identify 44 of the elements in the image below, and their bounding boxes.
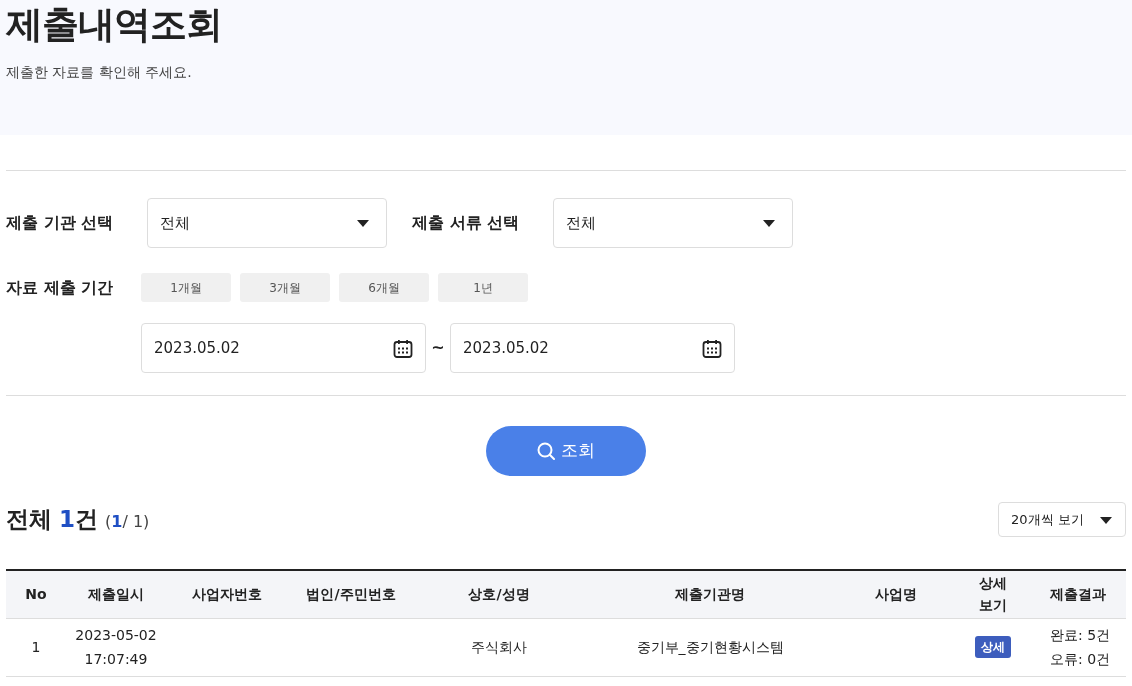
- date-field[interactable]: 2023.05.02: [141, 323, 426, 373]
- total-label: 전체: [6, 505, 52, 535]
- caret-icon: [762, 218, 776, 228]
- calendar-icon: [702, 338, 722, 358]
- column-header: 사업자번호: [192, 585, 262, 602]
- column-header: 법인/주민번호: [306, 585, 396, 602]
- period-button[interactable]: 3개월: [240, 273, 330, 302]
- row-number: 1: [31, 638, 41, 657]
- column-header: 상세 보기: [978, 574, 1008, 616]
- period-button[interactable]: 6개월: [339, 273, 429, 302]
- result-text: 완료: 5건: [1049, 626, 1112, 645]
- page-total: / 1): [122, 511, 150, 534]
- result-text: 오류: 0건: [1049, 650, 1112, 669]
- field-label: 제출 기관 선택: [6, 212, 115, 234]
- company-name: 주식회사: [471, 638, 527, 657]
- calendar-icon: [393, 338, 413, 358]
- submitted-datetime: 2023-05-02 17:07:49: [74, 626, 158, 669]
- detail-button[interactable]: 상세: [975, 636, 1011, 658]
- date-field[interactable]: 2023.05.02: [450, 323, 735, 373]
- column-header: No: [25, 585, 47, 602]
- document-select[interactable]: 전체: [553, 198, 793, 248]
- page-paren: (: [105, 511, 112, 534]
- column-header: 사업명: [875, 585, 917, 602]
- search-button[interactable]: 조회: [486, 426, 646, 476]
- field-label: 자료 제출 기간: [6, 276, 115, 299]
- range-separator: ~: [430, 337, 446, 359]
- page-size-select[interactable]: 20개씩 보기: [998, 502, 1126, 537]
- page-current: 1: [111, 511, 123, 534]
- column-header: 제출일시: [88, 585, 144, 602]
- column-header: 제출결과: [1050, 585, 1106, 602]
- total-count: 1: [59, 505, 75, 535]
- period-button[interactable]: 1년: [438, 273, 528, 302]
- page-title: 제출내역조회: [6, 2, 224, 48]
- column-header: 제출기관명: [675, 585, 745, 602]
- total-unit: 건: [75, 505, 98, 535]
- period-button[interactable]: 1개월: [141, 273, 231, 302]
- agency-select[interactable]: 전체: [147, 198, 387, 248]
- field-label: 제출 서류 선택: [412, 212, 521, 234]
- caret-icon: [1099, 514, 1113, 525]
- search-icon: [537, 442, 555, 460]
- caret-icon: [356, 218, 370, 228]
- agency-name: 중기부_중기현황시스템: [635, 638, 785, 657]
- page-subtitle: 제출한 자료를 확인해 주세요.: [6, 63, 193, 82]
- column-header: 상호/성명: [468, 585, 530, 602]
